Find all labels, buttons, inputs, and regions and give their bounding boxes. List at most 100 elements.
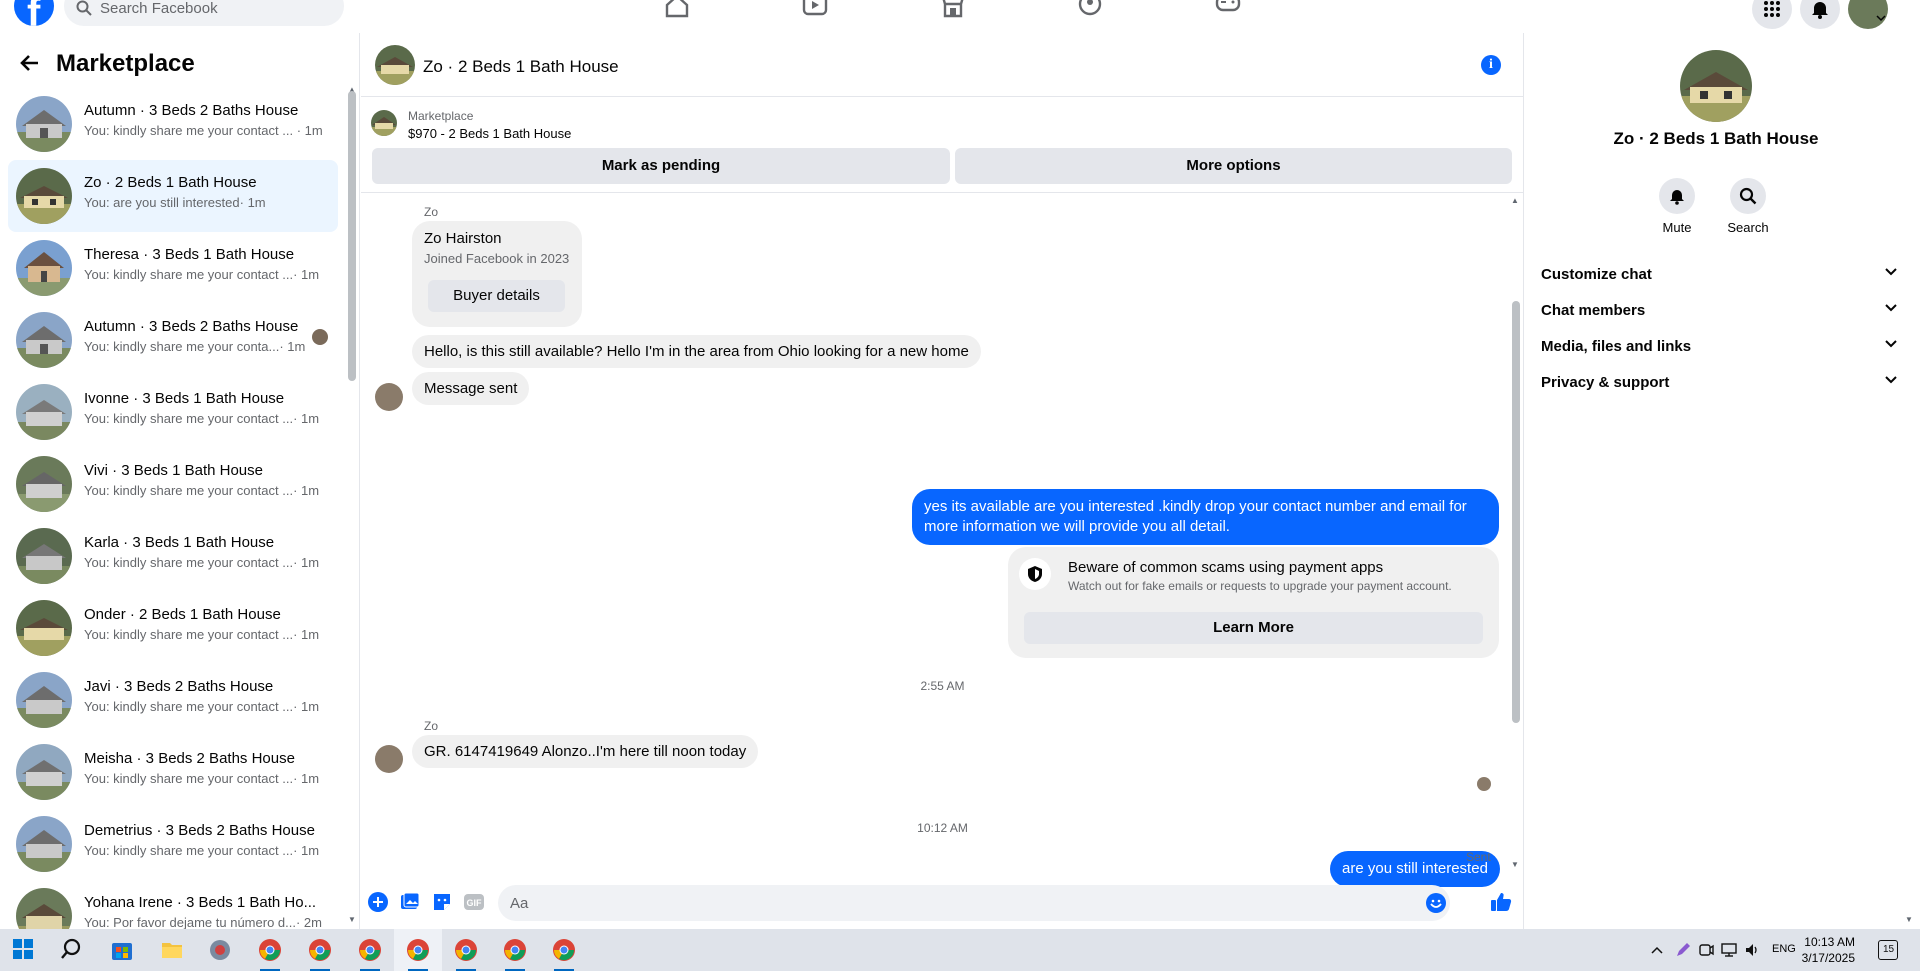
learn-more-button[interactable]: Learn More (1024, 612, 1483, 644)
scroll-up-arrow-icon[interactable]: ▲ (1511, 196, 1519, 205)
house-thumbnail (16, 600, 72, 656)
conversation-preview: You: kindly share me your contact ...· 1… (84, 843, 320, 858)
chrome-app[interactable] (346, 929, 394, 971)
conversation-item[interactable]: Theresa · 3 Beds 1 Bath House You: kindl… (8, 232, 338, 304)
start-button[interactable] (0, 929, 48, 971)
conversation-item[interactable]: Ivonne · 3 Beds 1 Bath House You: kindly… (8, 376, 338, 448)
menu-button[interactable] (1752, 0, 1792, 29)
gif-icon[interactable]: GIF (463, 892, 485, 912)
marketplace-icon[interactable] (940, 0, 966, 18)
timestamp: 2:55 AM (920, 679, 965, 693)
message-input[interactable] (498, 885, 1398, 921)
info-icon[interactable]: i (1481, 55, 1501, 75)
search-in-chat-button[interactable]: Search (1718, 178, 1778, 235)
sticker-icon[interactable] (432, 892, 452, 912)
conversation-item[interactable]: Yohana Irene · 3 Beds 1 Bath Ho... You: … (8, 880, 338, 929)
chat-listing-avatar[interactable] (375, 45, 415, 85)
chat-info-pane: Zo · 2 Beds 1 Bath House Mute Search Cus… (1525, 33, 1920, 929)
conversation-item-selected[interactable]: Zo · 2 Beds 1 Bath House You: are you st… (8, 160, 338, 232)
taskbar-search-button[interactable] (48, 929, 96, 971)
bell-icon (1812, 2, 1828, 19)
conversation-list-scrollbar[interactable] (348, 91, 356, 381)
chat-header: Zo · 2 Beds 1 Bath House i (361, 33, 1524, 97)
file-explorer-app[interactable] (148, 929, 196, 971)
chevron-down-icon (1885, 376, 1897, 384)
notification-center-icon[interactable]: 15 (1878, 940, 1898, 960)
sender-avatar[interactable] (375, 745, 403, 773)
pen-icon[interactable] (1675, 942, 1691, 958)
conversation-item[interactable]: Karla · 3 Beds 1 Bath House You: kindly … (8, 520, 338, 592)
clock[interactable]: 10:13 AM 3/17/2025 (1795, 934, 1855, 966)
chrome-app-active[interactable] (394, 929, 442, 971)
conversation-item[interactable]: Onder · 2 Beds 1 Bath House You: kindly … (8, 592, 338, 664)
grid-menu-icon (1764, 1, 1780, 17)
gaming-icon[interactable] (1215, 0, 1241, 18)
scam-warning-description: Watch out for fake emails or requests to… (1068, 579, 1452, 593)
chevron-down-icon[interactable] (1876, 14, 1886, 22)
groups-icon[interactable] (1077, 0, 1103, 18)
conversation-item[interactable]: Meisha · 3 Beds 2 Baths House You: kindl… (8, 736, 338, 808)
notifications-button[interactable] (1800, 0, 1840, 29)
network-icon[interactable] (1721, 942, 1737, 958)
customize-chat-section[interactable]: Customize chat (1541, 257, 1897, 293)
store-app[interactable] (98, 929, 146, 971)
more-options-button[interactable]: More options (955, 148, 1512, 184)
incoming-message[interactable]: GR. 6147419649 Alonzo..I'm here till noo… (412, 735, 759, 768)
mute-button[interactable]: Mute (1647, 178, 1707, 235)
search-label: Search (1727, 220, 1769, 235)
facebook-logo-icon[interactable]: f (14, 0, 54, 26)
conversation-item[interactable]: Autumn · 3 Beds 2 Baths House You: kindl… (8, 88, 338, 160)
chat-members-section[interactable]: Chat members (1541, 293, 1897, 329)
back-arrow-icon[interactable] (20, 53, 40, 73)
media-files-links-section[interactable]: Media, files and links (1541, 329, 1897, 365)
listing-avatar-large[interactable] (1680, 50, 1752, 122)
edge-like-app[interactable] (196, 929, 244, 971)
chat-scrollbar[interactable] (1512, 301, 1520, 723)
conversation-preview: You: kindly share me your contact ...· 1… (84, 771, 320, 786)
mark-as-pending-button[interactable]: Mark as pending (372, 148, 950, 184)
like-thumb-icon[interactable] (1490, 892, 1512, 912)
conversation-name: Zo · 2 Beds 1 Bath House (84, 174, 257, 191)
volume-icon[interactable] (1744, 942, 1760, 958)
facebook-search-box[interactable]: Search Facebook (64, 0, 344, 26)
incoming-message[interactable]: Message sent (412, 372, 530, 405)
chrome-app[interactable] (442, 929, 490, 971)
conversation-item[interactable]: Autumn · 3 Beds 2 Baths House You: kindl… (8, 304, 338, 376)
plus-icon[interactable] (368, 892, 388, 912)
conversation-name: Theresa · 3 Beds 1 Bath House (84, 246, 295, 263)
meet-now-icon[interactable] (1698, 942, 1714, 958)
language-indicator[interactable]: ENG (1772, 943, 1796, 955)
chrome-icon (359, 939, 381, 961)
photo-icon[interactable] (400, 892, 420, 912)
house-thumbnail (16, 744, 72, 800)
sender-avatar[interactable] (375, 383, 403, 411)
conversation-preview: You: Por favor dejame tu número d...· 2m (84, 915, 322, 929)
conversation-item[interactable]: Vivi · 3 Beds 1 Bath House You: kindly s… (8, 448, 338, 520)
chrome-app[interactable] (296, 929, 344, 971)
mute-label: Mute (1662, 220, 1692, 235)
buyer-details-button[interactable]: Buyer details (428, 280, 565, 312)
chat-title[interactable]: Zo · 2 Beds 1 Bath House (423, 57, 619, 77)
chevron-up-icon[interactable] (1651, 946, 1663, 954)
scroll-down-arrow-icon[interactable]: ▼ (1511, 860, 1519, 869)
scroll-down-arrow-icon[interactable]: ▼ (1905, 915, 1913, 924)
conversation-item[interactable]: Demetrius · 3 Beds 2 Baths House You: ki… (8, 808, 338, 880)
seen-avatar (312, 329, 328, 345)
outgoing-message[interactable]: yes its available are you interested .ki… (912, 489, 1499, 545)
incoming-message[interactable]: Hello, is this still available? Hello I'… (412, 335, 981, 368)
video-icon[interactable] (802, 0, 828, 18)
privacy-support-section[interactable]: Privacy & support (1541, 365, 1897, 401)
windows-taskbar: ENG 10:13 AM 3/17/2025 15 (0, 929, 1920, 971)
seen-avatar (1477, 777, 1491, 791)
message-input-box[interactable] (498, 885, 1450, 921)
chrome-app[interactable] (540, 929, 588, 971)
home-icon[interactable] (664, 0, 690, 18)
buyer-joined: Joined Facebook in 2023 (424, 251, 570, 266)
chrome-app[interactable] (491, 929, 539, 971)
listing-title[interactable]: $970 - 2 Beds 1 Bath House (408, 126, 571, 141)
emoji-icon[interactable] (1426, 893, 1446, 913)
conversation-item[interactable]: Javi · 3 Beds 2 Baths House You: kindly … (8, 664, 338, 736)
chrome-app[interactable] (246, 929, 294, 971)
scroll-down-arrow-icon[interactable]: ▼ (348, 915, 356, 924)
listing-thumbnail[interactable] (371, 110, 397, 136)
